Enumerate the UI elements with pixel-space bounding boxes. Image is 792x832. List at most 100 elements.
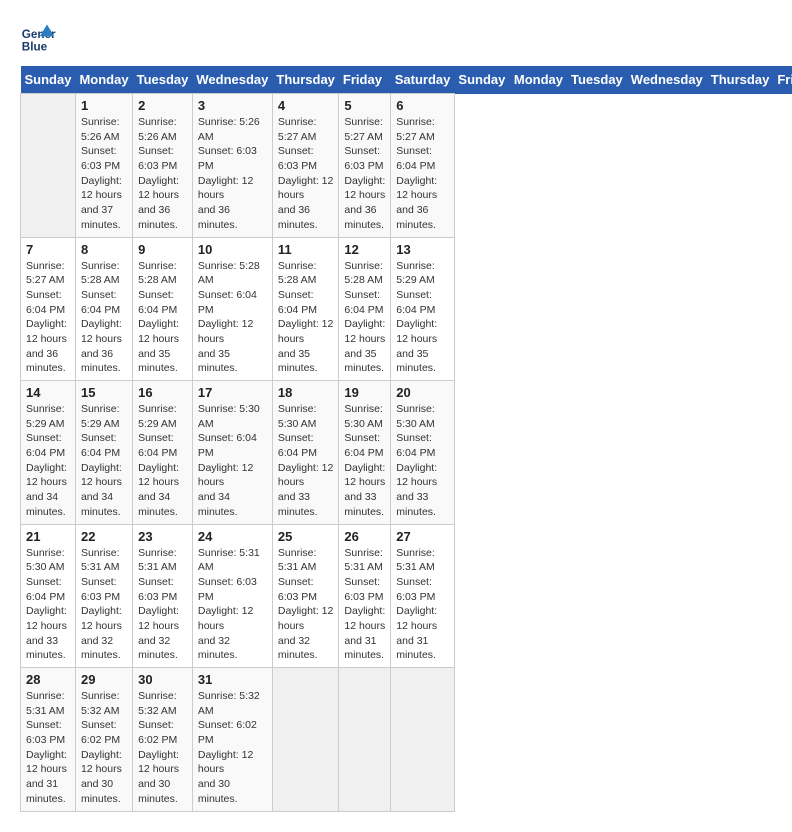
weekday-header: Sunday (454, 66, 509, 94)
calendar-header-row: SundayMondayTuesdayWednesdayThursdayFrid… (21, 66, 792, 94)
calendar-cell: 7Sunrise: 5:27 AMSunset: 6:04 PMDaylight… (21, 237, 76, 381)
sunset-line: Sunset: 6:04 PM (138, 288, 187, 317)
cell-info: Sunrise: 5:29 AMSunset: 6:04 PMDaylight:… (81, 402, 127, 520)
cell-info: Sunrise: 5:32 AMSunset: 6:02 PMDaylight:… (198, 689, 267, 807)
calendar-table: SundayMondayTuesdayWednesdayThursdayFrid… (20, 66, 792, 812)
day-number: 1 (81, 98, 127, 113)
sunrise-line: Sunrise: 5:30 AM (26, 546, 70, 575)
sunset-line: Sunset: 6:04 PM (81, 288, 127, 317)
cell-info: Sunrise: 5:28 AMSunset: 6:04 PMDaylight:… (278, 259, 334, 377)
logo: General Blue (20, 20, 56, 56)
sunset-line: Sunset: 6:02 PM (198, 718, 267, 747)
day-number: 28 (26, 672, 70, 687)
daylight-line2: and 33 minutes. (396, 490, 449, 519)
daylight-line1: Daylight: 12 hours (396, 461, 449, 490)
cell-info: Sunrise: 5:26 AMSunset: 6:03 PMDaylight:… (81, 115, 127, 233)
cell-info: Sunrise: 5:29 AMSunset: 6:04 PMDaylight:… (138, 402, 187, 520)
day-number: 7 (26, 242, 70, 257)
sunset-line: Sunset: 6:03 PM (81, 575, 127, 604)
daylight-line1: Daylight: 12 hours (344, 174, 385, 203)
daylight-line2: and 36 minutes. (138, 203, 187, 232)
calendar-cell: 9Sunrise: 5:28 AMSunset: 6:04 PMDaylight… (133, 237, 193, 381)
cell-info: Sunrise: 5:27 AMSunset: 6:04 PMDaylight:… (396, 115, 449, 233)
calendar-cell: 27Sunrise: 5:31 AMSunset: 6:03 PMDayligh… (391, 524, 455, 668)
cell-info: Sunrise: 5:30 AMSunset: 6:04 PMDaylight:… (278, 402, 334, 520)
daylight-line1: Daylight: 12 hours (138, 604, 187, 633)
weekday-header: Sunday (21, 66, 76, 94)
daylight-line2: and 34 minutes. (81, 490, 127, 519)
cell-info: Sunrise: 5:31 AMSunset: 6:03 PMDaylight:… (198, 546, 267, 664)
daylight-line1: Daylight: 12 hours (198, 604, 267, 633)
calendar-cell: 13Sunrise: 5:29 AMSunset: 6:04 PMDayligh… (391, 237, 455, 381)
calendar-cell: 15Sunrise: 5:29 AMSunset: 6:04 PMDayligh… (75, 381, 132, 525)
daylight-line1: Daylight: 12 hours (198, 174, 267, 203)
sunset-line: Sunset: 6:03 PM (81, 144, 127, 173)
calendar-cell: 30Sunrise: 5:32 AMSunset: 6:02 PMDayligh… (133, 668, 193, 812)
sunset-line: Sunset: 6:03 PM (396, 575, 449, 604)
cell-info: Sunrise: 5:31 AMSunset: 6:03 PMDaylight:… (344, 546, 385, 664)
daylight-line2: and 36 minutes. (344, 203, 385, 232)
cell-info: Sunrise: 5:30 AMSunset: 6:04 PMDaylight:… (198, 402, 267, 520)
calendar-cell (391, 668, 455, 812)
cell-info: Sunrise: 5:26 AMSunset: 6:03 PMDaylight:… (198, 115, 267, 233)
daylight-line1: Daylight: 12 hours (138, 174, 187, 203)
logo-icon: General Blue (20, 20, 56, 56)
calendar-cell: 8 Sunrise: 5:28 AMSunset: 6:04 PMDaylight… (75, 237, 132, 381)
cell-info: Sunrise: 5:29 AMSunset: 6:04 PMDaylight:… (396, 259, 449, 377)
daylight-line1: Daylight: 12 hours (81, 174, 127, 203)
sunrise-line: Sunrise: 5:32 AM (138, 689, 187, 718)
sunrise-line: Sunrise: 5:28 AM (278, 259, 334, 288)
sunset-line: Sunset: 6:03 PM (26, 718, 70, 747)
day-number: 17 (198, 385, 267, 400)
daylight-line1: Daylight: 12 hours (198, 317, 267, 346)
sunset-line: Sunset: 6:04 PM (396, 288, 449, 317)
calendar-cell: 31Sunrise: 5:32 AMSunset: 6:02 PMDayligh… (192, 668, 272, 812)
daylight-line2: and 30 minutes. (198, 777, 267, 806)
daylight-line2: and 35 minutes. (138, 347, 187, 376)
sunset-line: Sunset: 6:04 PM (198, 431, 267, 460)
calendar-cell: 12Sunrise: 5:28 AMSunset: 6:04 PMDayligh… (339, 237, 391, 381)
daylight-line2: and 30 minutes. (138, 777, 187, 806)
sunrise-line: Sunrise: 5:28 AM (81, 259, 127, 288)
day-number: 19 (344, 385, 385, 400)
sunrise-line: Sunrise: 5:26 AM (138, 115, 187, 144)
calendar-cell: 22Sunrise: 5:31 AMSunset: 6:03 PMDayligh… (75, 524, 132, 668)
calendar-cell: 11Sunrise: 5:28 AMSunset: 6:04 PMDayligh… (272, 237, 339, 381)
daylight-line1: Daylight: 12 hours (396, 317, 449, 346)
daylight-line1: Daylight: 12 hours (344, 317, 385, 346)
cell-info: Sunrise: 5:27 AMSunset: 6:03 PMDaylight:… (344, 115, 385, 233)
day-number: 23 (138, 529, 187, 544)
sunrise-line: Sunrise: 5:31 AM (344, 546, 385, 575)
page-header: General Blue (20, 20, 772, 56)
sunset-line: Sunset: 6:03 PM (344, 144, 385, 173)
sunrise-line: Sunrise: 5:26 AM (81, 115, 127, 144)
daylight-line2: and 33 minutes. (26, 634, 70, 663)
calendar-cell: 16Sunrise: 5:29 AMSunset: 6:04 PMDayligh… (133, 381, 193, 525)
calendar-cell: 21Sunrise: 5:30 AMSunset: 6:04 PMDayligh… (21, 524, 76, 668)
calendar-cell: 28Sunrise: 5:31 AMSunset: 6:03 PMDayligh… (21, 668, 76, 812)
calendar-cell: 14Sunrise: 5:29 AMSunset: 6:04 PMDayligh… (21, 381, 76, 525)
daylight-line1: Daylight: 12 hours (278, 317, 334, 346)
cell-info: Sunrise: 5:28 AMSunset: 6:04 PMDaylight:… (344, 259, 385, 377)
day-number: 10 (198, 242, 267, 257)
day-number: 8 (81, 242, 127, 257)
daylight-line2: and 35 minutes. (198, 347, 267, 376)
cell-info: Sunrise: 5:28 AMSunset: 6:04 PMDaylight:… (138, 259, 187, 377)
daylight-line2: and 37 minutes. (81, 203, 127, 232)
sunset-line: Sunset: 6:04 PM (81, 431, 127, 460)
calendar-cell: 24 Sunrise: 5:31 AMSunset: 6:03 PMDayligh… (192, 524, 272, 668)
sunset-line: Sunset: 6:03 PM (198, 144, 267, 173)
sunset-line: Sunset: 6:04 PM (278, 431, 334, 460)
weekday-header: Friday (773, 66, 792, 94)
daylight-line2: and 35 minutes. (278, 347, 334, 376)
day-number: 24 (198, 529, 267, 544)
sunrise-line: Sunrise: 5:31 AM (198, 546, 267, 575)
daylight-line1: Daylight: 12 hours (198, 461, 267, 490)
weekday-header: Thursday (272, 66, 339, 94)
daylight-line1: Daylight: 12 hours (81, 748, 127, 777)
sunrise-line: Sunrise: 5:32 AM (81, 689, 127, 718)
daylight-line1: Daylight: 12 hours (81, 317, 127, 346)
sunset-line: Sunset: 6:04 PM (138, 431, 187, 460)
sunset-line: Sunset: 6:03 PM (198, 575, 267, 604)
sunset-line: Sunset: 6:03 PM (278, 144, 334, 173)
